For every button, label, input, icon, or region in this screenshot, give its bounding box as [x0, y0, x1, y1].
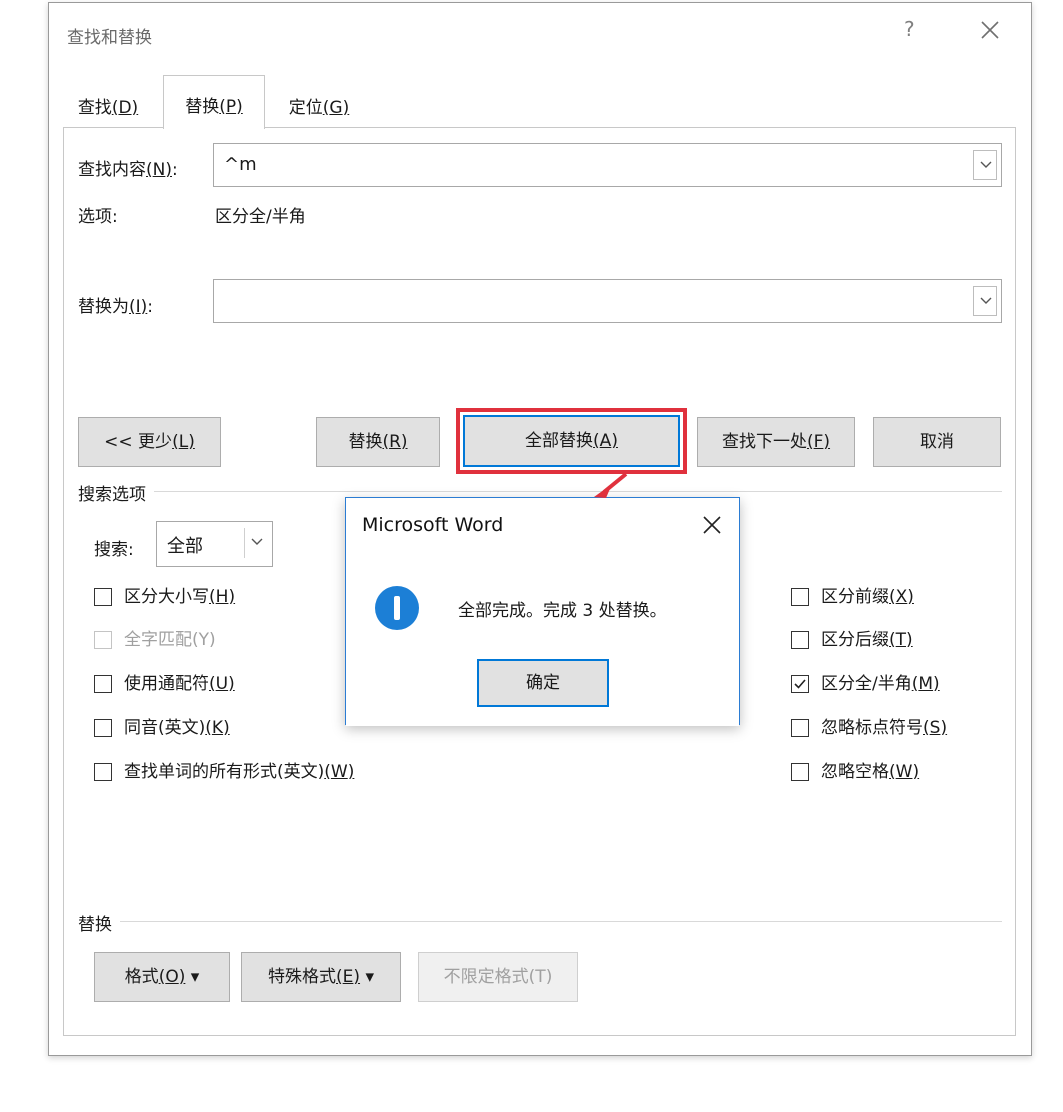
tab-replace-key: P — [225, 97, 237, 117]
checkbox-box — [94, 719, 112, 737]
title-bar: 查找和替换 ? — [49, 3, 1031, 63]
match-width-checkbox[interactable]: 区分全/半角(M) — [791, 672, 940, 696]
sounds-like-checkbox[interactable]: 同音(英文)(K) — [94, 716, 230, 740]
cancel-button[interactable]: 取消 — [873, 417, 1001, 467]
dialog-close-icon[interactable] — [701, 514, 723, 536]
find-dropdown-button[interactable] — [973, 150, 997, 180]
special-format-button[interactable]: 特殊格式(E) ▾ — [241, 952, 401, 1002]
no-formatting-button: 不限定格式(T) — [418, 952, 578, 1002]
replace-section-title: 替换 — [78, 910, 120, 935]
whole-word-checkbox: 全字匹配(Y) — [94, 628, 216, 652]
chevron-down-icon — [980, 161, 992, 168]
checkbox-box — [791, 588, 809, 606]
replace-input[interactable] — [213, 279, 1002, 323]
find-value: ^m — [224, 154, 257, 175]
format-button[interactable]: 格式(O) ▾ — [94, 952, 230, 1002]
tab-goto-label: 定位 — [288, 98, 323, 118]
close-icon[interactable] — [977, 17, 1003, 43]
tab-find-label: 查找 — [77, 98, 112, 118]
search-direction-dropdown[interactable] — [244, 528, 268, 558]
help-button[interactable]: ? — [904, 17, 915, 41]
chevron-down-icon — [980, 297, 992, 304]
ok-button[interactable]: 确定 — [477, 659, 609, 707]
find-input[interactable]: ^m — [213, 143, 1002, 187]
find-label: 查找内容(N): — [78, 160, 178, 180]
search-label: 搜索: — [94, 540, 134, 560]
tab-goto-key: G — [329, 98, 343, 118]
window-title: 查找和替换 — [67, 28, 152, 48]
checkbox-box — [791, 719, 809, 737]
ignore-whitespace-checkbox[interactable]: 忽略空格(W) — [791, 760, 919, 784]
checkmark-icon — [794, 679, 806, 689]
checkbox-box — [791, 763, 809, 781]
match-prefix-checkbox[interactable]: 区分前缀(X) — [791, 585, 914, 609]
replace-label: 替换为(I): — [78, 297, 154, 317]
checkbox-box — [94, 588, 112, 606]
find-next-button[interactable]: 查找下一处(F) — [697, 417, 855, 467]
info-icon — [375, 586, 419, 630]
replace-section-divider — [78, 921, 1002, 922]
tab-goto[interactable]: 定位(G) — [271, 83, 367, 128]
match-case-checkbox[interactable]: 区分大小写(H) — [94, 585, 235, 609]
search-direction-value: 全部 — [167, 536, 203, 557]
checkbox-box — [791, 631, 809, 649]
checkbox-box — [94, 675, 112, 693]
dropdown-caret-icon: ▾ — [365, 967, 374, 987]
less-button[interactable]: << 更少(L) — [78, 417, 221, 467]
chevron-down-icon — [251, 538, 263, 545]
checkbox-box — [94, 631, 112, 649]
checkbox-box — [94, 763, 112, 781]
search-options-title: 搜索选项 — [78, 480, 154, 505]
search-direction-select[interactable]: 全部 — [156, 521, 273, 567]
search-options-divider — [78, 491, 1002, 492]
options-label: 选项: — [78, 207, 118, 227]
replace-all-button[interactable]: 全部替换(A) — [463, 415, 680, 467]
replace-dropdown-button[interactable] — [973, 286, 997, 316]
dropdown-caret-icon: ▾ — [190, 967, 200, 987]
checkbox-box — [791, 675, 809, 693]
dialog-message: 全部完成。完成 3 处替换。 — [458, 601, 667, 621]
red-arrow-icon — [594, 472, 628, 498]
tab-find[interactable]: 查找(D) — [63, 83, 153, 128]
tab-replace-label: 替换 — [185, 97, 220, 117]
options-value: 区分全/半角 — [215, 207, 306, 227]
all-word-forms-checkbox[interactable]: 查找单词的所有形式(英文)(W) — [94, 760, 354, 784]
match-suffix-checkbox[interactable]: 区分后缀(T) — [791, 628, 913, 652]
replace-button[interactable]: 替换(R) — [316, 417, 440, 467]
tab-replace[interactable]: 替换(P) — [163, 75, 265, 129]
dialog-title-bar: Microsoft Word — [346, 498, 739, 553]
tab-find-key: D — [118, 98, 132, 118]
dialog-title: Microsoft Word — [362, 514, 504, 536]
wildcards-checkbox[interactable]: 使用通配符(U) — [94, 672, 235, 696]
ignore-punctuation-checkbox[interactable]: 忽略标点符号(S) — [791, 716, 947, 740]
